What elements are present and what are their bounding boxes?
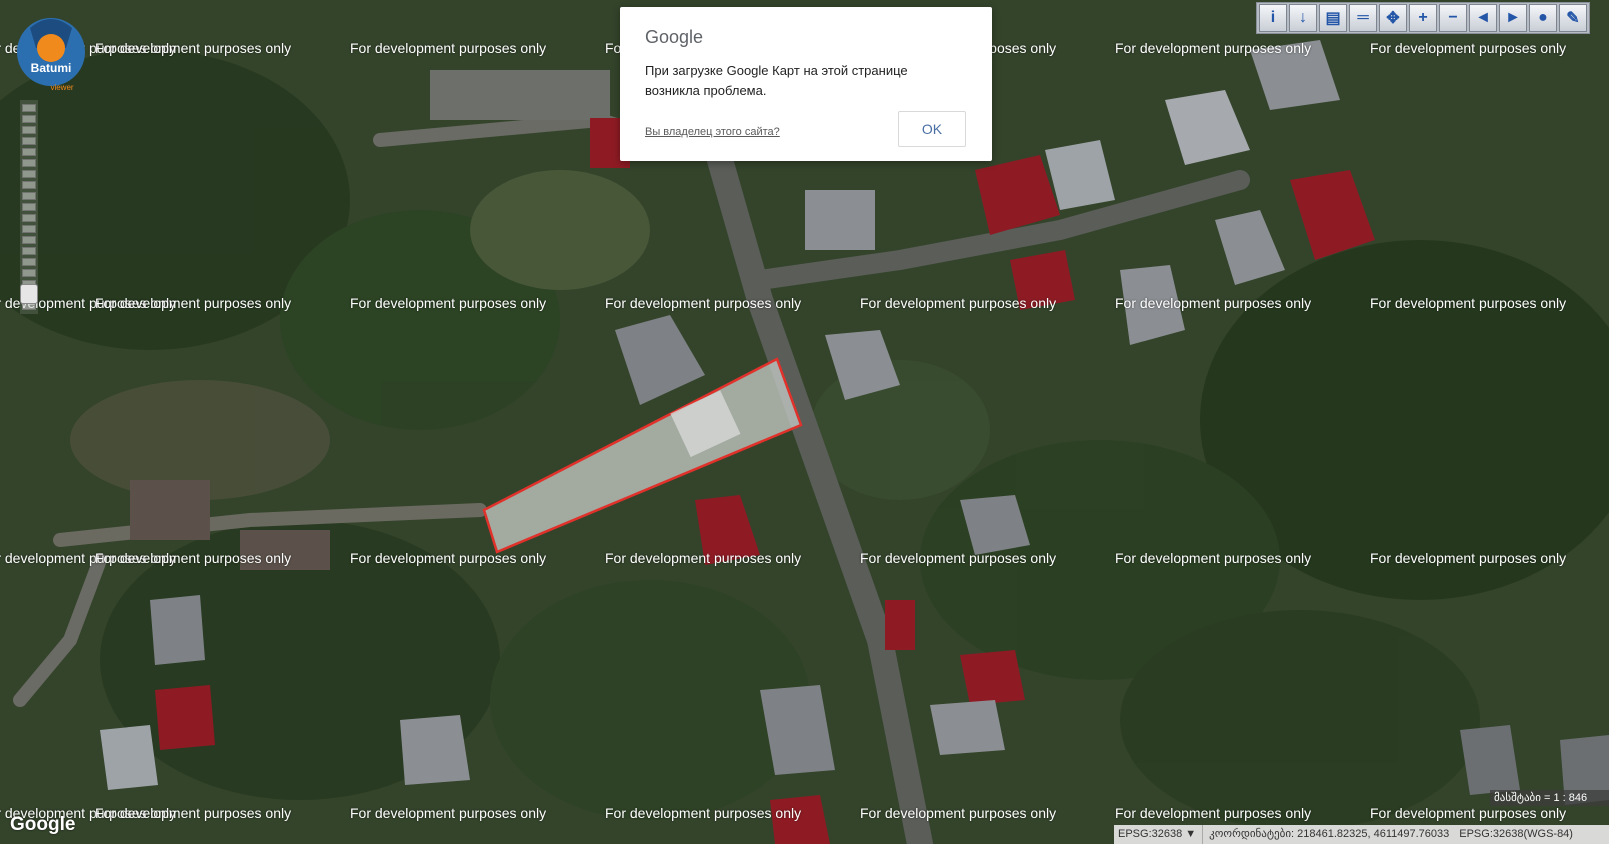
zoom-level-step[interactable] [22,236,36,244]
zoom-next-icon[interactable]: ► [1499,4,1527,32]
zoom-out-icon[interactable]: − [1439,4,1467,32]
dialog-brand: Google [645,27,704,47]
pencil-icon[interactable]: ✎ [1559,4,1587,32]
zoom-level-step[interactable] [22,104,36,112]
logo-text: Batumi [31,61,72,75]
download-icon[interactable]: ↓ [1289,4,1317,32]
zoom-level-step[interactable] [22,258,36,266]
zoom-level-step[interactable] [22,269,36,277]
zoom-level-step[interactable] [22,137,36,145]
zoom-level-step[interactable] [22,247,36,255]
info-icon[interactable]: i [1259,4,1287,32]
google-maps-error-dialog: Google При загрузке Google Карт на этой … [620,7,992,161]
coordinates-readout: კოორდინატები: 218461.82325, 4611497.7603… [1209,828,1450,840]
ruler-icon[interactable]: ═ [1349,4,1377,32]
pan-icon[interactable]: ✥ [1379,4,1407,32]
batumi-viewer-logo[interactable]: Batumi viewer [10,8,92,102]
projection-select[interactable]: EPSG:32638 ▼ [1114,825,1204,844]
projection-label: EPSG:32638(WGS-84) [1459,828,1573,840]
status-bar: EPSG:32638 ▼ კოორდინატები: 218461.82325,… [1114,825,1609,844]
google-logo[interactable]: Google [10,814,75,836]
zoom-level-step[interactable] [22,170,36,178]
zoom-level-step[interactable] [22,225,36,233]
zoom-slider[interactable] [20,100,38,314]
site-owner-link[interactable]: Вы владелец этого сайта? [645,126,780,138]
map-toolbar: i ↓ ▤ ═ ✥ + − ◄ ► ● ✎ [1256,2,1590,34]
scale-readout: მასშტაბი = 1 : 846 [1490,790,1609,806]
zoom-previous-icon[interactable]: ◄ [1469,4,1497,32]
zoom-level-step[interactable] [22,181,36,189]
zoom-level-step[interactable] [22,203,36,211]
zoom-slider-handle[interactable] [20,284,38,305]
zoom-level-step[interactable] [22,214,36,222]
zoom-level-step[interactable] [22,148,36,156]
zoom-level-step[interactable] [22,115,36,123]
dialog-message: При загрузке Google Карт на этой страниц… [645,63,908,98]
zoom-level-step[interactable] [22,159,36,167]
ok-button[interactable]: OK [898,111,966,147]
zoom-level-step[interactable] [22,192,36,200]
globe-icon[interactable]: ● [1529,4,1557,32]
zoom-in-icon[interactable]: + [1409,4,1437,32]
logo-subtext: viewer [50,83,73,92]
zoom-level-step[interactable] [22,126,36,134]
area-measure-icon[interactable]: ▤ [1319,4,1347,32]
